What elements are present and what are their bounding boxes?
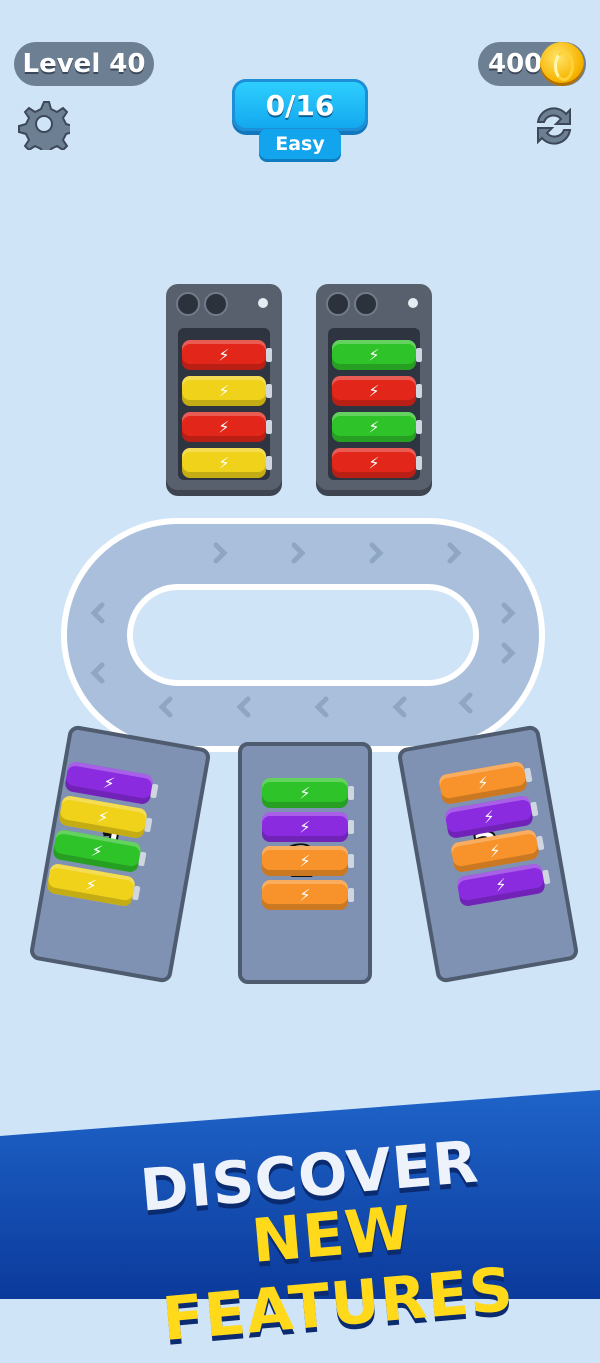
- tray-hole: [354, 292, 378, 316]
- lightning-bolt-icon: ⚡: [101, 772, 117, 794]
- red-battery[interactable]: ⚡: [332, 376, 422, 406]
- level-indicator: Level 40: [14, 42, 154, 86]
- settings-gear-icon[interactable]: [18, 98, 70, 150]
- lightning-bolt-icon: ⚡: [368, 417, 380, 437]
- lightning-bolt-icon: ⚡: [475, 772, 491, 794]
- lightning-bolt-icon: ⚡: [95, 806, 111, 828]
- difficulty-badge: Easy: [259, 129, 341, 159]
- green-battery[interactable]: ⚡: [262, 778, 354, 808]
- green-battery[interactable]: ⚡: [332, 412, 422, 442]
- coin-counter: 400: [478, 42, 586, 86]
- green-battery[interactable]: ⚡: [332, 340, 422, 370]
- level-label: Level 40: [22, 49, 146, 79]
- orange-battery[interactable]: ⚡: [262, 846, 354, 876]
- red-battery[interactable]: ⚡: [182, 412, 272, 442]
- tray-hole: [204, 292, 228, 316]
- lightning-bolt-icon: ⚡: [368, 345, 380, 365]
- lightning-bolt-icon: ⚡: [218, 381, 230, 401]
- yellow-battery[interactable]: ⚡: [182, 448, 272, 478]
- difficulty-label: Easy: [275, 133, 325, 155]
- lightning-bolt-icon: ⚡: [218, 345, 230, 365]
- lightning-bolt-icon: ⚡: [218, 417, 230, 437]
- progress-label: 0/16: [265, 88, 335, 122]
- lightning-bolt-icon: ⚡: [299, 783, 311, 803]
- lightning-bolt-icon: ⚡: [299, 885, 311, 905]
- lightning-bolt-icon: ⚡: [368, 381, 380, 401]
- tray-light: [408, 298, 418, 308]
- lightning-bolt-icon: ⚡: [89, 840, 105, 862]
- lightning-bolt-icon: ⚡: [493, 874, 509, 896]
- purple-battery[interactable]: ⚡: [262, 812, 354, 842]
- tray-hole: [326, 292, 350, 316]
- tray-light: [258, 298, 268, 308]
- red-battery[interactable]: ⚡: [332, 448, 422, 478]
- conveyor-track: [61, 518, 545, 752]
- coin-count: 400: [488, 49, 543, 79]
- yellow-battery[interactable]: ⚡: [182, 376, 272, 406]
- lightning-bolt-icon: ⚡: [487, 840, 503, 862]
- lightning-bolt-icon: ⚡: [218, 453, 230, 473]
- orange-battery[interactable]: ⚡: [262, 880, 354, 910]
- progress-counter: 0/16: [232, 79, 368, 131]
- lightning-bolt-icon: ⚡: [481, 806, 497, 828]
- lightning-bolt-icon: ⚡: [83, 874, 99, 896]
- tray-hole: [176, 292, 200, 316]
- restart-icon[interactable]: [528, 100, 580, 152]
- lightning-bolt-icon: ⚡: [299, 851, 311, 871]
- coin-icon: [540, 42, 584, 86]
- lightning-bolt-icon: ⚡: [368, 453, 380, 473]
- red-battery[interactable]: ⚡: [182, 340, 272, 370]
- lightning-bolt-icon: ⚡: [299, 817, 311, 837]
